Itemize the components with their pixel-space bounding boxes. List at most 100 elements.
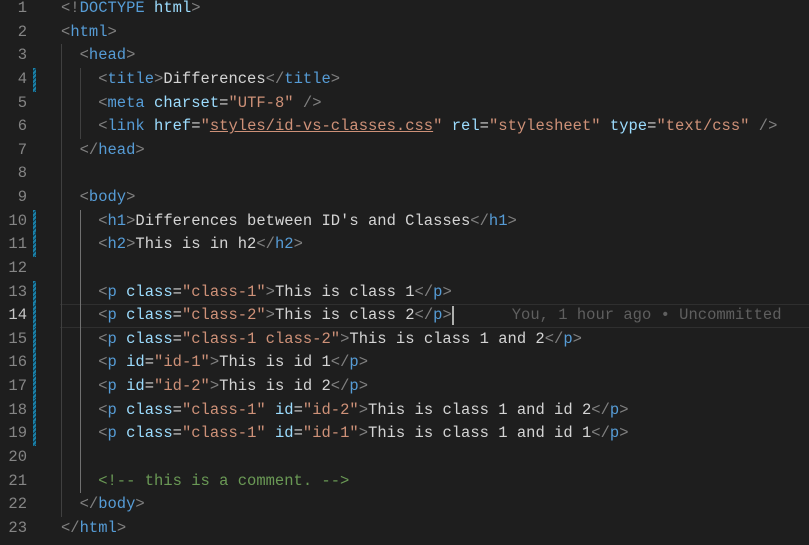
code-line[interactable]: 14 <p class="class-2">This is class 2</p>… (0, 304, 809, 328)
modified-line-marker[interactable] (33, 327, 36, 352)
indent-guide (61, 351, 62, 375)
token-text: Differences between ID's and Classes (135, 211, 471, 230)
code-text: <html> (61, 21, 117, 45)
token-text: This is class 1 (274, 282, 415, 301)
indent-guide (79, 327, 81, 352)
token-tag: body (88, 188, 127, 206)
code-line[interactable]: 22 </body> (0, 493, 809, 517)
token-punct: </ (79, 140, 99, 159)
code-line[interactable]: 16 <p id="id-1">This is id 1</p> (0, 351, 809, 375)
token-punct: < (98, 400, 108, 419)
token-tag: title (107, 69, 155, 88)
code-line[interactable]: 9 <body> (0, 186, 809, 210)
token-str: "text/css" (656, 117, 750, 136)
token-punct: </ (265, 69, 285, 88)
token-text: Differences (163, 69, 266, 88)
indent-guide (61, 67, 62, 92)
token-punct: </ (330, 353, 350, 372)
code-line[interactable]: 10 <h1>Differences between ID's and Class… (0, 209, 809, 234)
line-number: 2 (17, 22, 27, 41)
indent-guide (61, 304, 62, 328)
token-attr: id (274, 400, 294, 419)
code-line[interactable]: 23 </html> (0, 517, 809, 541)
code-line[interactable]: 11 <h2>This is in h2</h2> (0, 233, 809, 257)
token-punct: > (126, 46, 136, 65)
code-text: <head> (80, 44, 136, 68)
token-text: This is id 1 (219, 353, 331, 372)
modified-line-marker[interactable] (33, 351, 36, 375)
token-punct: < (98, 282, 108, 301)
token-punct: </ (591, 400, 610, 419)
token-link[interactable]: styles/id-vs-classes.css (210, 117, 433, 135)
token-text: = (172, 282, 182, 301)
code-line[interactable]: 6 <link href="styles/id-vs-classes.css" r… (0, 115, 809, 139)
token-punct: > (619, 424, 629, 443)
code-line[interactable]: 15 <p class="class-1 class-2">This is cla… (0, 327, 809, 352)
code-line[interactable]: 18 <p class="class-1" id="id-2">This is c… (0, 398, 809, 423)
token-punct: </ (79, 495, 99, 514)
token-str: " (200, 117, 210, 136)
code-line[interactable]: 19 <p class="class-1" id="id-1">This is c… (0, 422, 809, 446)
code-line[interactable]: 3 <head> (0, 44, 809, 68)
code-line[interactable]: 5 <meta charset="UTF-8" /> (0, 91, 809, 116)
token-punct: > (191, 0, 201, 17)
code-line[interactable]: 12 (0, 256, 809, 281)
line-number: 16 (8, 353, 27, 372)
code-line[interactable]: 20 (0, 445, 809, 470)
code-line[interactable]: 13 <p class="class-1">This is class 1</p> (0, 280, 809, 305)
token-tag: p (107, 306, 117, 325)
code-text: <p class="class-1" id="id-2">This is cla… (98, 399, 628, 423)
indent-guide (79, 304, 81, 328)
code-line[interactable]: 8 (0, 162, 809, 186)
line-number: 8 (17, 164, 27, 183)
modified-line-marker[interactable] (33, 233, 36, 257)
token-punct: < (98, 377, 108, 395)
token-text: This is in h2 (135, 235, 257, 254)
token-punct: > (265, 306, 275, 325)
modified-line-marker[interactable] (33, 422, 36, 446)
modified-line-marker[interactable] (33, 280, 36, 305)
code-line[interactable]: 1 <!DOCTYPE html> (0, 0, 809, 21)
token-str: "id-2" (302, 400, 359, 419)
code-line[interactable]: 4 <title>Differences</title> (0, 67, 809, 92)
text-cursor (451, 305, 454, 325)
indent-guide (61, 209, 62, 234)
code-line[interactable]: 7 </head> (0, 138, 809, 163)
token-text: = (479, 117, 489, 136)
line-number: 22 (8, 495, 27, 514)
indent-guide (79, 351, 81, 375)
token-str: "id-2" (154, 377, 210, 395)
token-text: = (172, 424, 182, 443)
token-punct: > (126, 188, 136, 206)
code-editor[interactable]: 1 <!DOCTYPE html> 2 <html> 3 <head> 4 <title>Di… (0, 0, 809, 540)
code-line[interactable]: 21 <!-- this is a comment. --> (0, 469, 809, 494)
indent-guide (61, 256, 62, 281)
modified-line-marker[interactable] (33, 304, 36, 328)
token-str: "class-1 class-2" (181, 329, 341, 348)
token-tag: DOCTYPE (79, 0, 145, 17)
modified-line-marker[interactable] (33, 375, 36, 399)
token-comment: <!-- this is a comment. --> (98, 471, 350, 490)
modified-line-marker[interactable] (33, 398, 36, 423)
line-number: 14 (8, 306, 27, 325)
code-line[interactable]: 17 <p id="id-2">This is id 2</p> (0, 375, 809, 399)
token-tag: p (563, 329, 573, 348)
token-punct: < (98, 424, 108, 443)
modified-line-marker[interactable] (33, 209, 36, 234)
code-text: <p class="class-1 class-2">This is class… (98, 328, 582, 352)
token-text: = (172, 400, 182, 419)
code-line[interactable]: 2 <html> (0, 21, 809, 45)
token-punct: > (209, 377, 220, 395)
token-tag: p (609, 400, 620, 419)
token-punct: > (442, 282, 452, 301)
indent-guide (79, 469, 81, 494)
token-attr: href (154, 117, 192, 136)
line-number: 19 (8, 424, 27, 443)
code-text: <h2>This is in h2</h2> (98, 233, 303, 257)
modified-line-marker[interactable] (33, 67, 36, 92)
